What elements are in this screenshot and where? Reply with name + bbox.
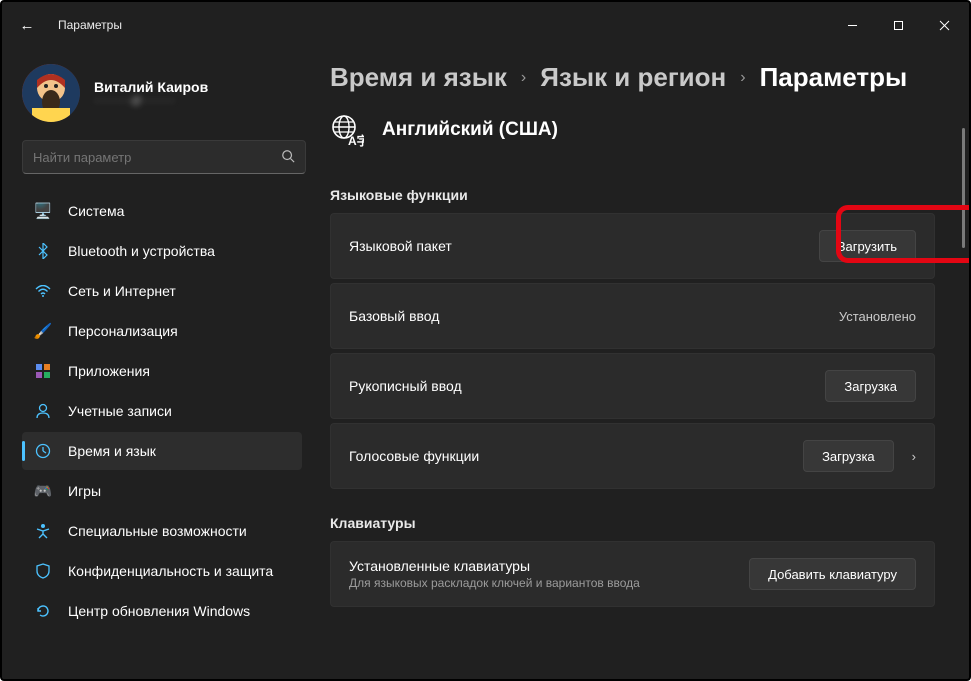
keyboard-cards: Установленные клавиатуры Для языковых ра… xyxy=(330,541,969,607)
window-title: Параметры xyxy=(58,18,122,32)
sidebar-item-system[interactable]: 🖥️ Система xyxy=(22,192,302,230)
search-box[interactable] xyxy=(22,140,306,174)
user-name: Виталий Каиров xyxy=(94,79,208,95)
card-language-pack: Языковой пакет Загрузить xyxy=(330,213,935,279)
breadcrumb-time-language[interactable]: Время и язык xyxy=(330,62,507,93)
close-button[interactable] xyxy=(921,9,967,41)
breadcrumb-current: Параметры xyxy=(760,62,908,93)
globe-clock-icon xyxy=(34,442,52,460)
sidebar-item-personalization[interactable]: 🖌️ Персонализация xyxy=(22,312,302,350)
card-handwriting: Рукописный ввод Загрузка xyxy=(330,353,935,419)
sidebar-item-time-language[interactable]: Время и язык xyxy=(22,432,302,470)
sidebar-item-apps[interactable]: Приложения xyxy=(22,352,302,390)
sidebar-item-label: Приложения xyxy=(68,363,150,379)
card-basic-typing: Базовый ввод Установлено xyxy=(330,283,935,349)
sidebar-item-bluetooth[interactable]: Bluetooth и устройства xyxy=(22,232,302,270)
chevron-right-icon: › xyxy=(740,69,745,87)
titlebar: ← Параметры xyxy=(2,2,969,48)
sidebar: Виталий Каиров ··········@········· 🖥️ Си… xyxy=(2,48,312,679)
download-button[interactable]: Загрузка xyxy=(825,370,916,402)
settings-window: ← Параметры xyxy=(0,0,971,681)
display-icon: 🖥️ xyxy=(34,202,52,220)
download-button[interactable]: Загрузить xyxy=(819,230,916,262)
feature-cards: Языковой пакет Загрузить Базовый ввод Ус… xyxy=(330,213,969,489)
language-header: A字 Английский (США) xyxy=(330,113,969,147)
chevron-right-icon: › xyxy=(521,69,526,87)
sidebar-item-label: Bluetooth и устройства xyxy=(68,243,215,259)
section-keyboards: Клавиатуры xyxy=(330,515,969,531)
sidebar-item-label: Сеть и Интернет xyxy=(68,283,176,299)
search-input[interactable] xyxy=(33,150,281,165)
sidebar-item-label: Учетные записи xyxy=(68,403,172,419)
section-language-features: Языковые функции xyxy=(330,187,969,203)
sidebar-item-label: Игры xyxy=(68,483,101,499)
main-panel: Время и язык › Язык и регион › Параметры… xyxy=(312,48,969,679)
language-globe-icon: A字 xyxy=(330,113,364,147)
bluetooth-icon xyxy=(34,242,52,260)
sidebar-item-accessibility[interactable]: Специальные возможности xyxy=(22,512,302,550)
user-email: ··········@········· xyxy=(94,95,208,107)
accessibility-icon xyxy=(34,522,52,540)
avatar xyxy=(22,64,80,122)
sidebar-item-update[interactable]: Центр обновления Windows xyxy=(22,592,302,630)
breadcrumb: Время и язык › Язык и регион › Параметры xyxy=(330,62,969,93)
svg-text:A字: A字 xyxy=(348,133,364,147)
sidebar-item-label: Время и язык xyxy=(68,443,156,459)
sidebar-item-label: Конфиденциальность и защита xyxy=(68,563,273,579)
card-title: Языковой пакет xyxy=(349,238,452,254)
sidebar-item-label: Система xyxy=(68,203,124,219)
breadcrumb-language-region[interactable]: Язык и регион xyxy=(540,62,726,93)
card-title: Установленные клавиатуры xyxy=(349,558,640,574)
sidebar-item-network[interactable]: Сеть и Интернет xyxy=(22,272,302,310)
card-title: Голосовые функции xyxy=(349,448,479,464)
shield-icon xyxy=(34,562,52,580)
card-subtitle: Для языковых раскладок ключей и варианто… xyxy=(349,576,640,590)
gamepad-icon: 🎮 xyxy=(34,482,52,500)
maximize-button[interactable] xyxy=(875,9,921,41)
card-speech[interactable]: Голосовые функции Загрузка › xyxy=(330,423,935,489)
download-button[interactable]: Загрузка xyxy=(803,440,894,472)
back-button[interactable]: ← xyxy=(10,8,44,42)
wifi-icon xyxy=(34,282,52,300)
sidebar-item-privacy[interactable]: Конфиденциальность и защита xyxy=(22,552,302,590)
sidebar-item-label: Центр обновления Windows xyxy=(68,603,250,619)
sidebar-item-accounts[interactable]: Учетные записи xyxy=(22,392,302,430)
search-icon xyxy=(281,149,295,166)
minimize-button[interactable] xyxy=(829,9,875,41)
sidebar-item-gaming[interactable]: 🎮 Игры xyxy=(22,472,302,510)
add-keyboard-button[interactable]: Добавить клавиатуру xyxy=(749,558,916,590)
page-title: Английский (США) xyxy=(382,119,558,141)
update-icon xyxy=(34,602,52,620)
chevron-right-icon: › xyxy=(912,449,916,464)
apps-icon xyxy=(34,362,52,380)
card-title: Рукописный ввод xyxy=(349,378,462,394)
sidebar-item-label: Персонализация xyxy=(68,323,178,339)
card-installed-keyboards[interactable]: Установленные клавиатуры Для языковых ра… xyxy=(330,541,935,607)
user-block[interactable]: Виталий Каиров ··········@········· xyxy=(22,64,302,122)
person-icon xyxy=(34,402,52,420)
card-title: Базовый ввод xyxy=(349,308,439,324)
nav-list: 🖥️ Система Bluetooth и устройства Сеть и … xyxy=(22,192,302,630)
brush-icon: 🖌️ xyxy=(34,322,52,340)
sidebar-item-label: Специальные возможности xyxy=(68,523,247,539)
status-installed: Установлено xyxy=(839,309,916,324)
